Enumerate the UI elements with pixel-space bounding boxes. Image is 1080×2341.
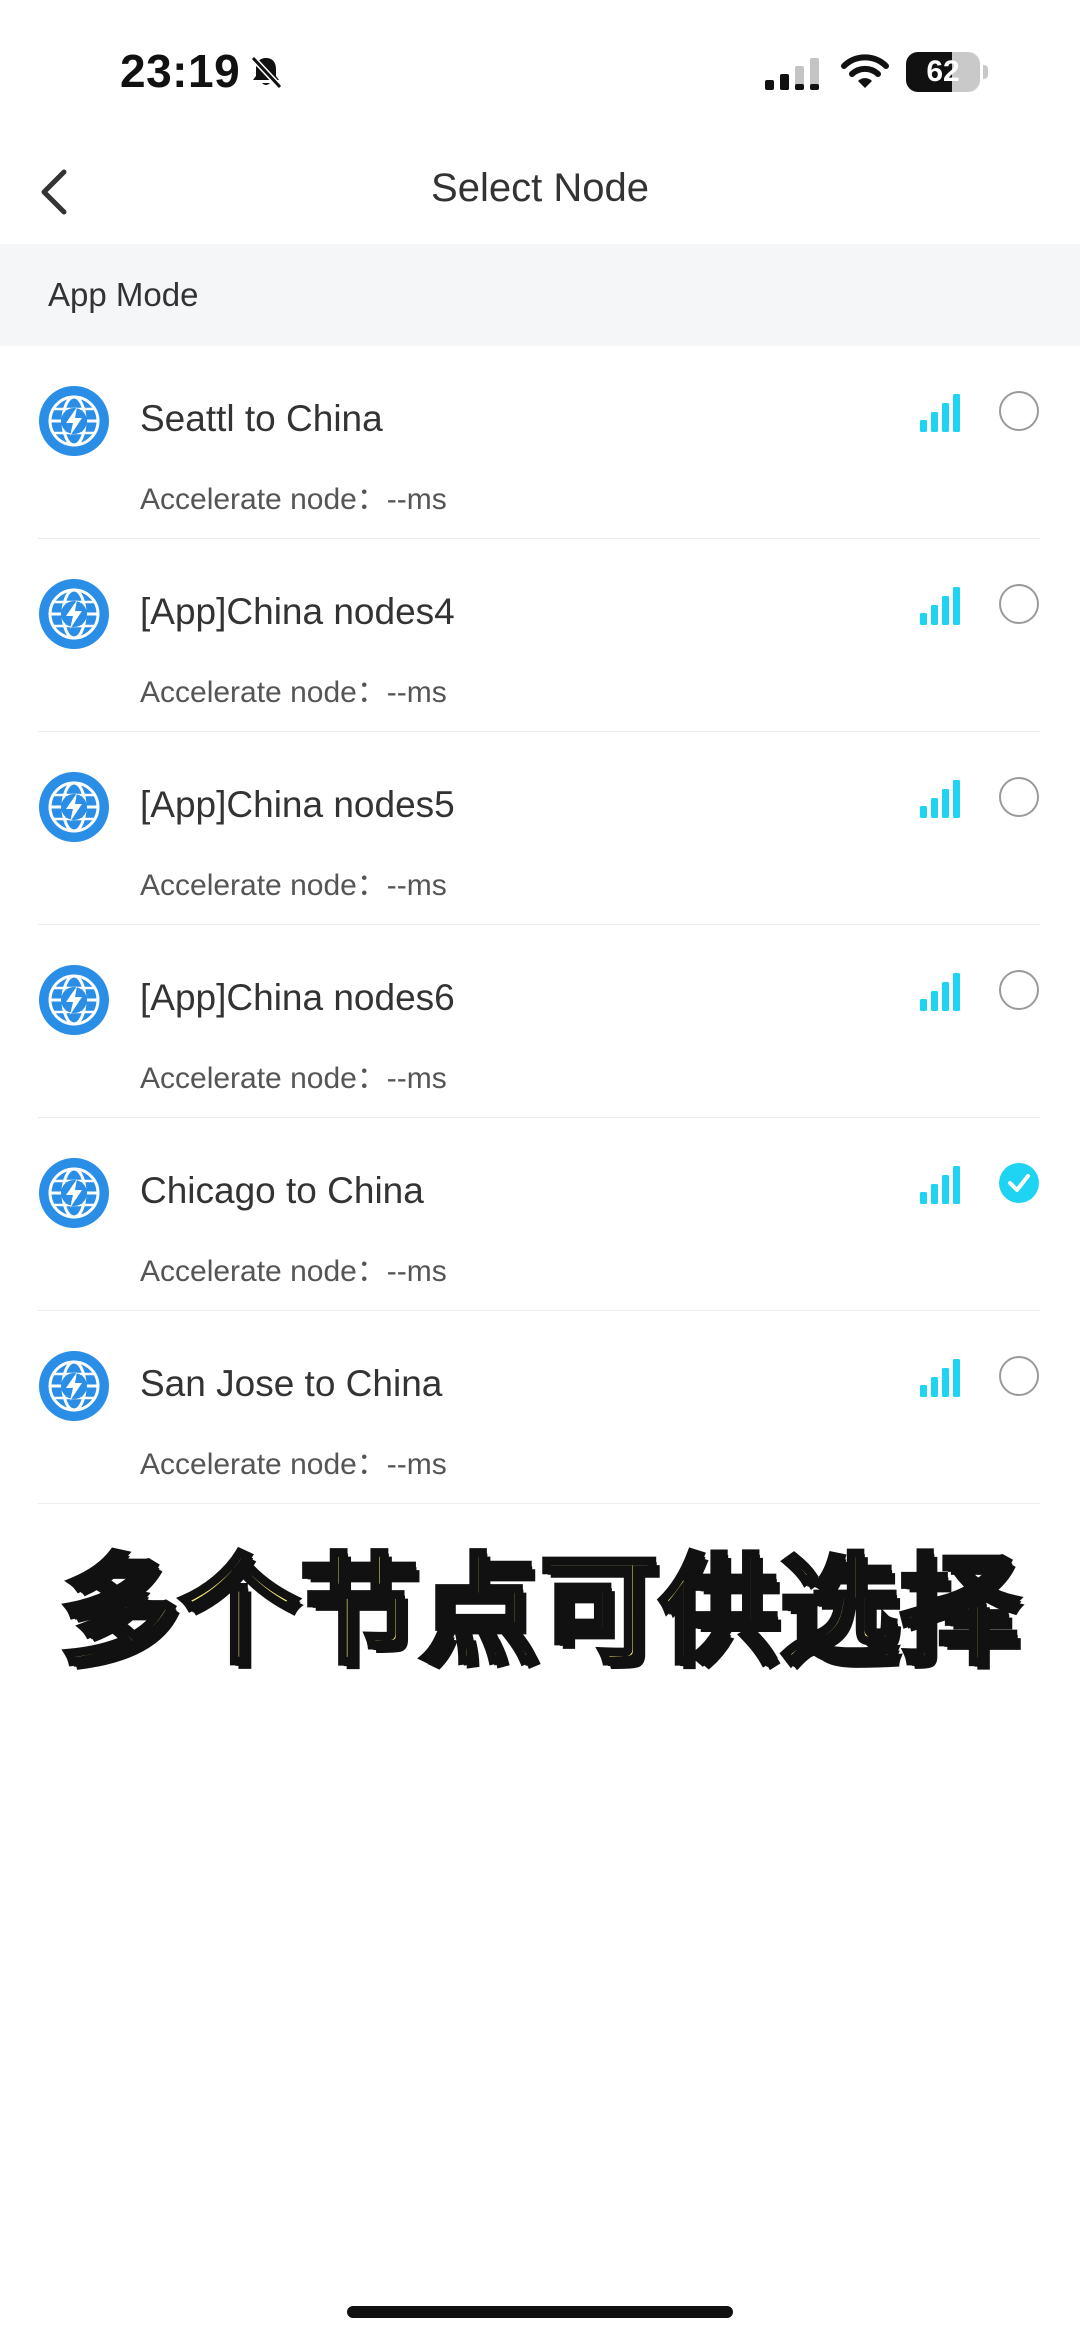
node-radio-selected[interactable] — [999, 1163, 1039, 1203]
battery-indicator: 62 — [906, 52, 990, 92]
globe-bolt-icon — [39, 386, 109, 456]
node-radio[interactable] — [999, 970, 1039, 1010]
battery-body: 62 — [906, 52, 980, 92]
globe-bolt-icon — [39, 965, 109, 1035]
section-title: App Mode — [48, 276, 199, 313]
node-list-item[interactable]: Chicago to China Accelerate node：--ms — [0, 1118, 1080, 1311]
node-name: Chicago to China — [140, 1170, 424, 1211]
globe-bolt-icon — [39, 579, 109, 649]
battery-percent: 62 — [926, 55, 960, 88]
globe-bolt-icon — [39, 1158, 109, 1228]
node-name: [App]China nodes4 — [140, 591, 455, 632]
signal-bars-icon — [920, 1359, 960, 1397]
node-list-item[interactable]: [App]China nodes6 Accelerate node：--ms — [0, 925, 1080, 1118]
signal-bars-icon — [920, 973, 960, 1011]
status-time: 23:19 — [120, 45, 241, 97]
wifi-icon — [841, 54, 889, 88]
bell-slash-icon — [250, 55, 283, 90]
overlay-caption: 多个节点可供选择 — [57, 1540, 1020, 1683]
node-radio[interactable] — [999, 777, 1039, 817]
node-list-item[interactable]: [App]China nodes5 Accelerate node：--ms — [0, 732, 1080, 925]
node-list: Seattl to China Accelerate node：--ms [Ap… — [0, 346, 1080, 1504]
node-list-item[interactable]: Seattl to China Accelerate node：--ms — [0, 346, 1080, 539]
node-name: [App]China nodes5 — [140, 784, 455, 825]
cellular-icon — [765, 58, 819, 90]
node-list-body: Seattl to China Accelerate node：--ms [Ap… — [0, 346, 1080, 1504]
node-latency: Accelerate node：--ms — [140, 1448, 447, 1481]
section-header: App Mode — [0, 244, 1080, 346]
node-radio[interactable] — [999, 1356, 1039, 1396]
battery-tip — [983, 65, 988, 79]
node-radio[interactable] — [999, 584, 1039, 624]
signal-bars-icon — [920, 394, 960, 432]
signal-bars-icon — [920, 1166, 960, 1204]
node-latency: Accelerate node：--ms — [140, 483, 447, 516]
page-title: Select Node — [431, 166, 649, 210]
node-name: [App]China nodes6 — [140, 977, 455, 1018]
home-indicator[interactable] — [347, 2306, 733, 2318]
signal-bars-icon — [920, 780, 960, 818]
status-bar: 23:19 62 — [0, 0, 1080, 140]
node-name: San Jose to China — [140, 1363, 443, 1404]
node-latency: Accelerate node：--ms — [140, 1255, 447, 1288]
globe-bolt-icon — [39, 772, 109, 842]
node-list-item[interactable]: [App]China nodes4 Accelerate node：--ms — [0, 539, 1080, 732]
node-list-item[interactable]: San Jose to China Accelerate node：--ms — [0, 1311, 1080, 1504]
globe-bolt-icon — [39, 1351, 109, 1421]
node-name: Seattl to China — [140, 398, 383, 439]
nav-bar: Select Node — [0, 140, 1080, 244]
signal-bars-icon — [920, 587, 960, 625]
node-latency: Accelerate node：--ms — [140, 676, 447, 709]
node-latency: Accelerate node：--ms — [140, 1062, 447, 1095]
check-icon — [1008, 1174, 1030, 1192]
node-latency: Accelerate node：--ms — [140, 869, 447, 902]
node-radio[interactable] — [999, 391, 1039, 431]
